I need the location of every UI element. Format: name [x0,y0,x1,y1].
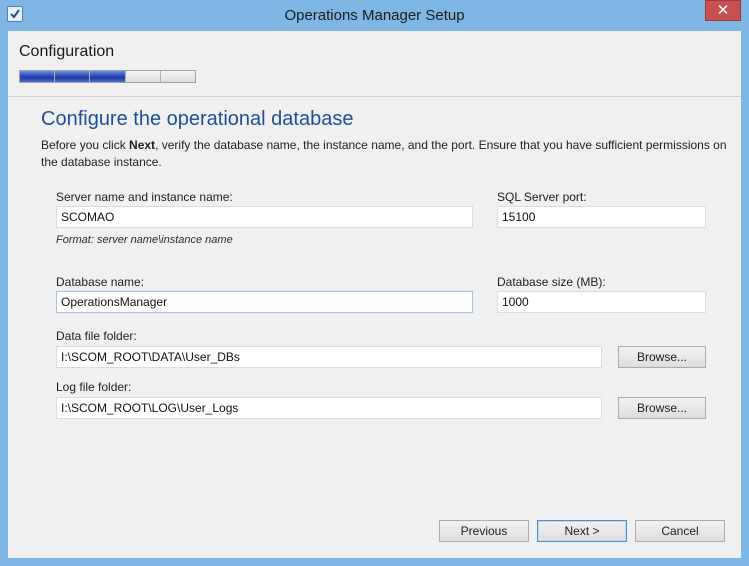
intro-text-next-bold: Next [129,138,156,152]
sql-port-label: SQL Server port: [497,190,587,204]
main-content: Configure the operational database Befor… [8,97,741,558]
intro-text: Before you click Next, verify the databa… [41,137,731,171]
header: Configuration [8,31,741,96]
data-folder-label: Data file folder: [56,329,137,343]
progress-step [20,71,56,82]
progress-step [160,71,196,82]
page-title: Configure the operational database [41,108,354,130]
database-name-label: Database name: [56,275,145,289]
cancel-button[interactable]: Cancel [635,520,725,542]
setup-window: Operations Manager Setup ✕ Configuration… [0,0,749,566]
progress-step [125,71,161,82]
section-title: Configuration [19,43,115,60]
intro-text-start: Before you click [41,138,130,152]
database-size-field[interactable]: 1000 [497,291,706,313]
previous-button[interactable]: Previous [439,520,529,542]
sql-port-field[interactable]: 15100 [497,206,706,228]
log-folder-label: Log file folder: [56,380,132,394]
log-folder-field[interactable]: I:\SCOM_ROOT\LOG\User_Logs [56,397,602,419]
server-format-hint: Format: server name\instance name [56,234,233,246]
client-area: Configuration Configure the operational … [8,31,741,558]
step-progress-bar [19,70,196,83]
browse-data-folder-button[interactable]: Browse... [618,346,706,368]
database-size-label: Database size (MB): [497,275,606,289]
progress-step [55,71,91,82]
browse-log-folder-button[interactable]: Browse... [618,397,706,419]
progress-step [90,71,126,82]
close-icon[interactable]: ✕ [705,0,741,21]
server-instance-label: Server name and instance name: [56,190,233,204]
database-name-field[interactable]: OperationsManager [56,291,473,313]
title-bar[interactable]: Operations Manager Setup ✕ [0,0,749,32]
data-folder-field[interactable]: I:\SCOM_ROOT\DATA\User_DBs [56,346,602,368]
window-title: Operations Manager Setup [284,7,465,24]
next-button[interactable]: Next > [537,520,627,542]
server-instance-field[interactable]: SCOMAO [56,206,473,228]
